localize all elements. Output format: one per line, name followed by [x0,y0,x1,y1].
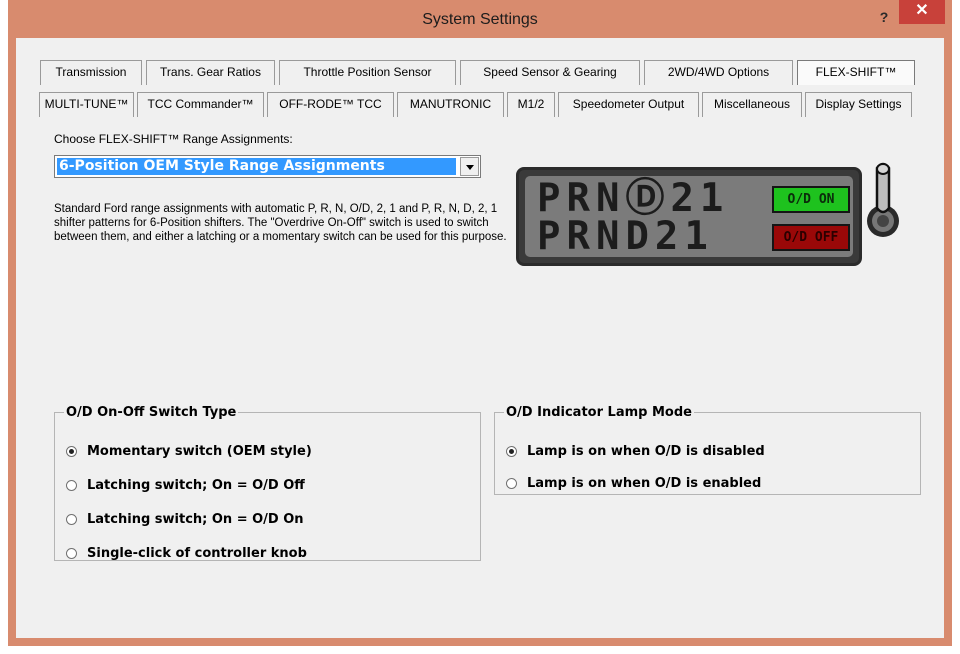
tab-display-settings[interactable]: Display Settings [805,92,912,117]
od-off-lamp: O/D OFF [772,224,850,251]
radio-selected-icon[interactable] [506,446,517,457]
tab-row-2: MULTI-TUNE™ TCC Commander™ OFF-RODE™ TCC… [39,92,915,117]
tab-speed-sensor-gearing[interactable]: Speed Sensor & Gearing [460,60,640,85]
gear-pattern-d: PRND21 [537,214,714,259]
tab-tcc-commander[interactable]: TCC Commander™ [137,92,264,117]
flex-shift-panel: Choose FLEX-SHIFT™ Range Assignments: 6-… [39,118,944,638]
radio-icon[interactable] [506,478,517,489]
lamp-mode-legend: O/D Indicator Lamp Mode [506,405,692,420]
shifter-display-screen: PRNⒹ21 PRND21 O/D ON O/D OFF [525,176,853,257]
range-assignment-dropdown[interactable]: 6-Position OEM Style Range Assignments [54,155,481,178]
switch-type-option-latching-on[interactable]: Latching switch; On = O/D On [66,512,304,527]
switch-type-option-label: Latching switch; On = O/D Off [87,478,305,493]
switch-type-option-single-click[interactable]: Single-click of controller knob [66,546,307,561]
help-button[interactable]: ? [872,6,896,28]
tab-m1-2[interactable]: M1/2 [507,92,555,117]
range-assignment-description: Standard Ford range assignments with aut… [54,203,507,243]
range-assignment-label: Choose FLEX-SHIFT™ Range Assignments: [54,132,293,146]
toggle-switch-icon [867,162,899,237]
radio-icon[interactable] [66,548,77,559]
tab-off-rode-tcc[interactable]: OFF-RODE™ TCC [267,92,394,117]
switch-type-group: O/D On-Off Switch Type Momentary switch … [54,405,481,561]
close-button[interactable]: ✕ [899,0,945,24]
switch-type-option-label: Momentary switch (OEM style) [87,444,312,459]
tab-multi-tune[interactable]: MULTI-TUNE™ [39,92,134,117]
chevron-down-icon[interactable] [460,157,479,176]
lamp-mode-option-enabled[interactable]: Lamp is on when O/D is enabled [506,476,761,491]
tab-throttle-position-sensor[interactable]: Throttle Position Sensor [279,60,456,85]
tab-transmission[interactable]: Transmission [40,60,142,85]
tab-miscellaneous[interactable]: Miscellaneous [702,92,802,117]
tab-flex-shift[interactable]: FLEX-SHIFT™ [797,60,915,85]
range-assignment-selected[interactable]: 6-Position OEM Style Range Assignments [57,158,456,175]
radio-icon[interactable] [66,480,77,491]
tab-speedometer-output[interactable]: Speedometer Output [558,92,699,117]
tab-manutronic[interactable]: MANUTRONIC [397,92,504,117]
radio-selected-icon[interactable] [66,446,77,457]
switch-type-legend: O/D On-Off Switch Type [66,405,237,420]
switch-type-option-latching-off[interactable]: Latching switch; On = O/D Off [66,478,305,493]
tab-trans-gear-ratios[interactable]: Trans. Gear Ratios [146,60,275,85]
lamp-mode-option-label: Lamp is on when O/D is enabled [527,476,762,491]
title-bar[interactable]: System Settings ? ✕ [8,0,952,38]
dialog-client-area: Transmission Trans. Gear Ratios Throttle… [16,38,944,638]
switch-type-option-label: Latching switch; On = O/D On [87,512,304,527]
radio-icon[interactable] [66,514,77,525]
switch-type-option-momentary[interactable]: Momentary switch (OEM style) [66,444,312,459]
lamp-mode-option-disabled[interactable]: Lamp is on when O/D is disabled [506,444,765,459]
shifter-display: PRNⒹ21 PRND21 O/D ON O/D OFF [516,167,862,266]
window-title: System Settings [422,11,538,28]
lamp-mode-group: O/D Indicator Lamp Mode Lamp is on when … [494,405,921,495]
system-settings-window: System Settings ? ✕ Transmission Trans. … [8,0,952,646]
tab-row-1: Transmission Trans. Gear Ratios Throttle… [40,60,919,85]
od-on-lamp: O/D ON [772,186,850,213]
gear-pattern-od: PRNⒹ21 [537,176,730,221]
lamp-mode-option-label: Lamp is on when O/D is disabled [527,444,765,459]
tab-2wd-4wd-options[interactable]: 2WD/4WD Options [644,60,793,85]
switch-type-option-label: Single-click of controller knob [87,546,307,561]
